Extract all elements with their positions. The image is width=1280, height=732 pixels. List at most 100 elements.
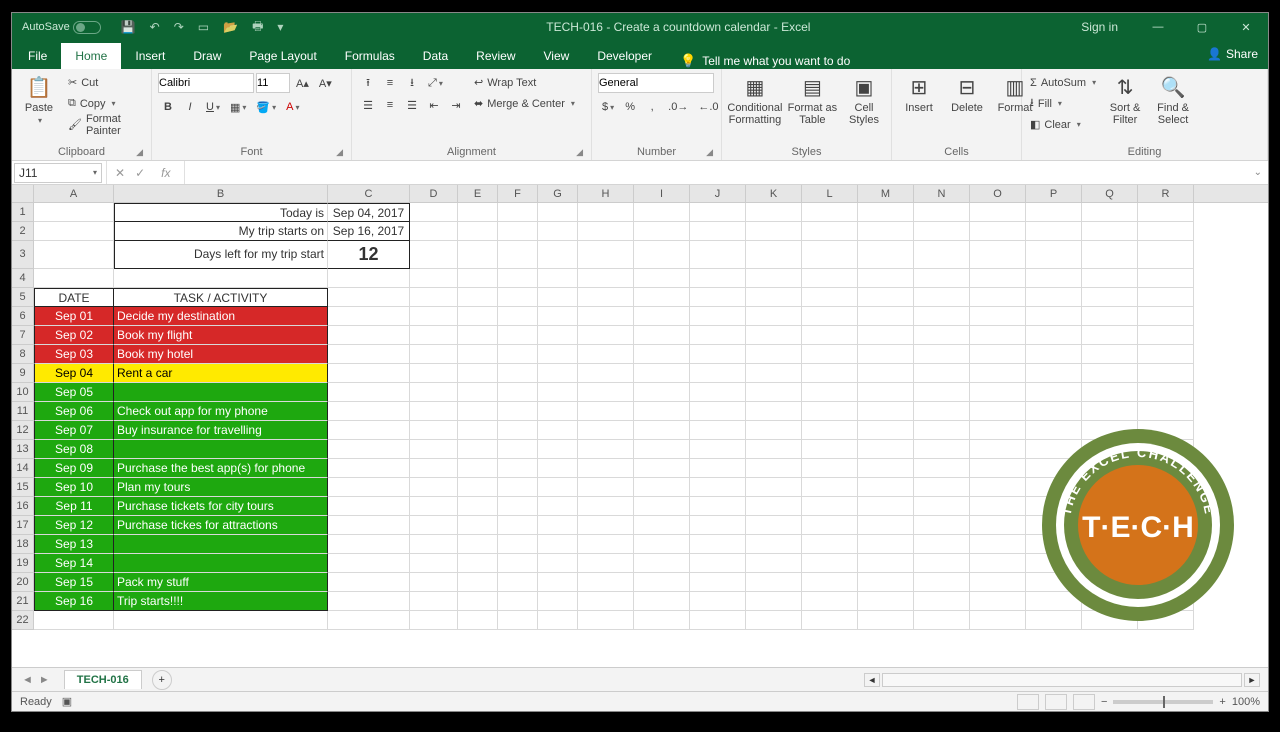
cell-A13[interactable]: Sep 08 xyxy=(34,440,114,459)
cell-L15[interactable] xyxy=(802,478,858,497)
zoom-slider[interactable] xyxy=(1113,700,1213,704)
redo-icon[interactable]: ↷ xyxy=(174,20,184,34)
cell-F8[interactable] xyxy=(498,345,538,364)
merge-center-button[interactable]: ⬌Merge & Center▾ xyxy=(472,94,577,113)
cell-M11[interactable] xyxy=(858,402,914,421)
cell-J16[interactable] xyxy=(690,497,746,516)
row-header[interactable]: 7 xyxy=(12,326,34,345)
cell-A5[interactable]: DATE xyxy=(34,288,114,307)
cell-Q4[interactable] xyxy=(1082,269,1138,288)
cell-B5[interactable]: TASK / ACTIVITY xyxy=(114,288,328,307)
cell-C9[interactable] xyxy=(328,364,410,383)
cell-O1[interactable] xyxy=(970,203,1026,222)
cell-R7[interactable] xyxy=(1138,326,1194,345)
cell-H7[interactable] xyxy=(578,326,634,345)
cell-J19[interactable] xyxy=(690,554,746,573)
row-header[interactable]: 15 xyxy=(12,478,34,497)
cell-H3[interactable] xyxy=(578,241,634,269)
cell-M1[interactable] xyxy=(858,203,914,222)
cell-I15[interactable] xyxy=(634,478,690,497)
cell-L9[interactable] xyxy=(802,364,858,383)
cell-I21[interactable] xyxy=(634,592,690,611)
col-header-Q[interactable]: Q xyxy=(1082,185,1138,202)
decrease-font-icon[interactable]: A▾ xyxy=(315,73,336,93)
cell-F16[interactable] xyxy=(498,497,538,516)
cell-B17[interactable]: Purchase tickes for attractions xyxy=(114,516,328,535)
cell-I6[interactable] xyxy=(634,307,690,326)
cell-C4[interactable] xyxy=(328,269,410,288)
cell-G4[interactable] xyxy=(538,269,578,288)
cell-N3[interactable] xyxy=(914,241,970,269)
cell-C5[interactable] xyxy=(328,288,410,307)
cell-L7[interactable] xyxy=(802,326,858,345)
cell-J15[interactable] xyxy=(690,478,746,497)
cell-G6[interactable] xyxy=(538,307,578,326)
cell-L19[interactable] xyxy=(802,554,858,573)
new-icon[interactable]: ▭ xyxy=(198,20,209,34)
tab-review[interactable]: Review xyxy=(462,43,529,69)
cell-O6[interactable] xyxy=(970,307,1026,326)
cell-E2[interactable] xyxy=(458,222,498,241)
cell-K13[interactable] xyxy=(746,440,802,459)
cell-L13[interactable] xyxy=(802,440,858,459)
cell-J4[interactable] xyxy=(690,269,746,288)
col-header-R[interactable]: R xyxy=(1138,185,1194,202)
undo-icon[interactable]: ↶ xyxy=(150,20,160,34)
cell-D12[interactable] xyxy=(410,421,458,440)
row-header[interactable]: 10 xyxy=(12,383,34,402)
increase-indent-icon[interactable]: ⇥ xyxy=(446,95,466,115)
conditional-formatting-button[interactable]: ▦Conditional Formatting xyxy=(728,73,782,128)
cell-H17[interactable] xyxy=(578,516,634,535)
increase-font-icon[interactable]: A▴ xyxy=(292,73,313,93)
cell-G5[interactable] xyxy=(538,288,578,307)
cell-L12[interactable] xyxy=(802,421,858,440)
cell-Q5[interactable] xyxy=(1082,288,1138,307)
wrap-text-button[interactable]: ↩Wrap Text xyxy=(472,73,577,92)
cell-M18[interactable] xyxy=(858,535,914,554)
cell-H8[interactable] xyxy=(578,345,634,364)
cell-I16[interactable] xyxy=(634,497,690,516)
cell-K22[interactable] xyxy=(746,611,802,630)
cell-L17[interactable] xyxy=(802,516,858,535)
cell-D14[interactable] xyxy=(410,459,458,478)
cell-J13[interactable] xyxy=(690,440,746,459)
cell-Q9[interactable] xyxy=(1082,364,1138,383)
cell-F5[interactable] xyxy=(498,288,538,307)
cell-H18[interactable] xyxy=(578,535,634,554)
cell-D5[interactable] xyxy=(410,288,458,307)
cell-C3[interactable]: 12 xyxy=(328,241,410,269)
tab-draw[interactable]: Draw xyxy=(179,43,235,69)
align-left-icon[interactable]: ☰ xyxy=(358,95,378,115)
cell-L16[interactable] xyxy=(802,497,858,516)
cell-G22[interactable] xyxy=(538,611,578,630)
align-right-icon[interactable]: ☰ xyxy=(402,95,422,115)
cell-G2[interactable] xyxy=(538,222,578,241)
cell-I19[interactable] xyxy=(634,554,690,573)
cell-B6[interactable]: Decide my destination xyxy=(114,307,328,326)
horizontal-scrollbar[interactable]: ◄► xyxy=(864,673,1260,687)
dialog-launcher-icon[interactable]: ◢ xyxy=(336,147,343,158)
cell-O20[interactable] xyxy=(970,573,1026,592)
cell-F1[interactable] xyxy=(498,203,538,222)
cell-P11[interactable] xyxy=(1026,402,1082,421)
cell-P8[interactable] xyxy=(1026,345,1082,364)
align-middle-icon[interactable]: ≡ xyxy=(380,73,400,93)
cell-E3[interactable] xyxy=(458,241,498,269)
cell-L6[interactable] xyxy=(802,307,858,326)
cell-M3[interactable] xyxy=(858,241,914,269)
cell-L11[interactable] xyxy=(802,402,858,421)
cell-F14[interactable] xyxy=(498,459,538,478)
cell-H5[interactable] xyxy=(578,288,634,307)
cell-K5[interactable] xyxy=(746,288,802,307)
cell-A10[interactable]: Sep 05 xyxy=(34,383,114,402)
cell-K21[interactable] xyxy=(746,592,802,611)
cell-A14[interactable]: Sep 09 xyxy=(34,459,114,478)
cell-B13[interactable] xyxy=(114,440,328,459)
fill-color-button[interactable]: 🪣▾ xyxy=(252,97,280,117)
cell-O9[interactable] xyxy=(970,364,1026,383)
cell-E6[interactable] xyxy=(458,307,498,326)
cell-R1[interactable] xyxy=(1138,203,1194,222)
cell-P3[interactable] xyxy=(1026,241,1082,269)
cell-C20[interactable] xyxy=(328,573,410,592)
cell-P2[interactable] xyxy=(1026,222,1082,241)
